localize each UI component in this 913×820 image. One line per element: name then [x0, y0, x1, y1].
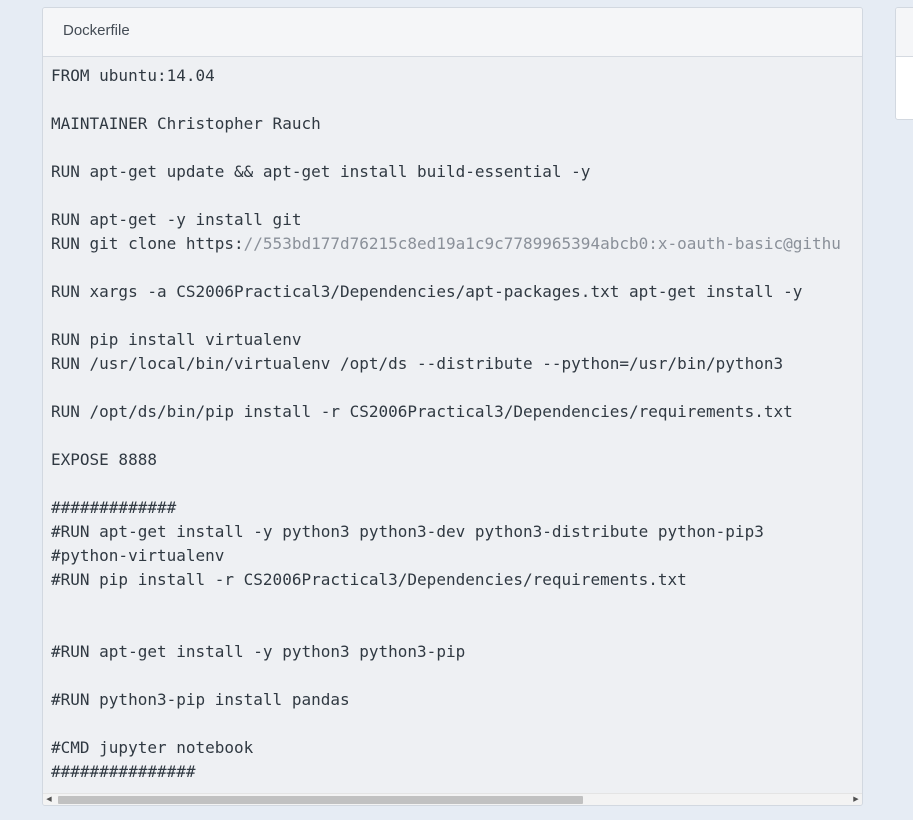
code-line-17: EXPOSE 8888 [51, 450, 157, 469]
code-line-7: RUN apt-get -y install git [51, 210, 302, 229]
code-line-15: RUN /opt/ds/bin/pip install -r CS2006Pra… [51, 402, 793, 421]
code-line-8: RUN git clone https://553bd177d76215c8ed… [51, 232, 862, 256]
code-line-20: #RUN apt-get install -y python3 python3-… [51, 522, 764, 541]
code-line-13: RUN /usr/local/bin/virtualenv /opt/ds --… [51, 354, 784, 373]
code-line-3: MAINTAINER Christopher Rauch [51, 114, 321, 133]
side-panel [895, 7, 913, 120]
side-panel-header [896, 8, 913, 57]
horizontal-scrollbar[interactable]: ◀ ▶ [43, 793, 862, 805]
code-line-30: ############### [51, 762, 196, 781]
code-block: FROM ubuntu:14.04 MAINTAINER Christopher … [43, 57, 862, 784]
code-line-1: FROM ubuntu:14.04 [51, 66, 215, 85]
panel-header: Dockerfile [43, 8, 862, 57]
code-line-10: RUN xargs -a CS2006Practical3/Dependenci… [51, 282, 803, 301]
code-line-22: #RUN pip install -r CS2006Practical3/Dep… [51, 570, 687, 589]
code-line-27: #RUN python3-pip install pandas [51, 690, 350, 709]
scroll-left-arrow-icon[interactable]: ◀ [43, 794, 55, 805]
git-clone-command: RUN git clone https: [51, 234, 244, 253]
code-viewer[interactable]: FROM ubuntu:14.04 MAINTAINER Christopher … [43, 57, 862, 793]
code-line-19: ############# [51, 498, 177, 517]
git-url-link[interactable]: //553bd177d76215c8ed19a1c9c7789965394abc… [244, 234, 841, 253]
code-line-21: #python-virtualenv [51, 546, 225, 565]
dockerfile-panel: Dockerfile FROM ubuntu:14.04 MAINTAINER C… [42, 7, 863, 806]
code-line-5: RUN apt-get update && apt-get install bu… [51, 162, 591, 181]
code-line-12: RUN pip install virtualenv [51, 330, 302, 349]
code-line-25: #RUN apt-get install -y python3 python3-… [51, 642, 466, 661]
code-line-29: #CMD jupyter notebook [51, 738, 254, 757]
scroll-right-arrow-icon[interactable]: ▶ [850, 794, 862, 805]
scrollbar-thumb[interactable] [58, 796, 583, 804]
panel-title: Dockerfile [63, 22, 130, 39]
